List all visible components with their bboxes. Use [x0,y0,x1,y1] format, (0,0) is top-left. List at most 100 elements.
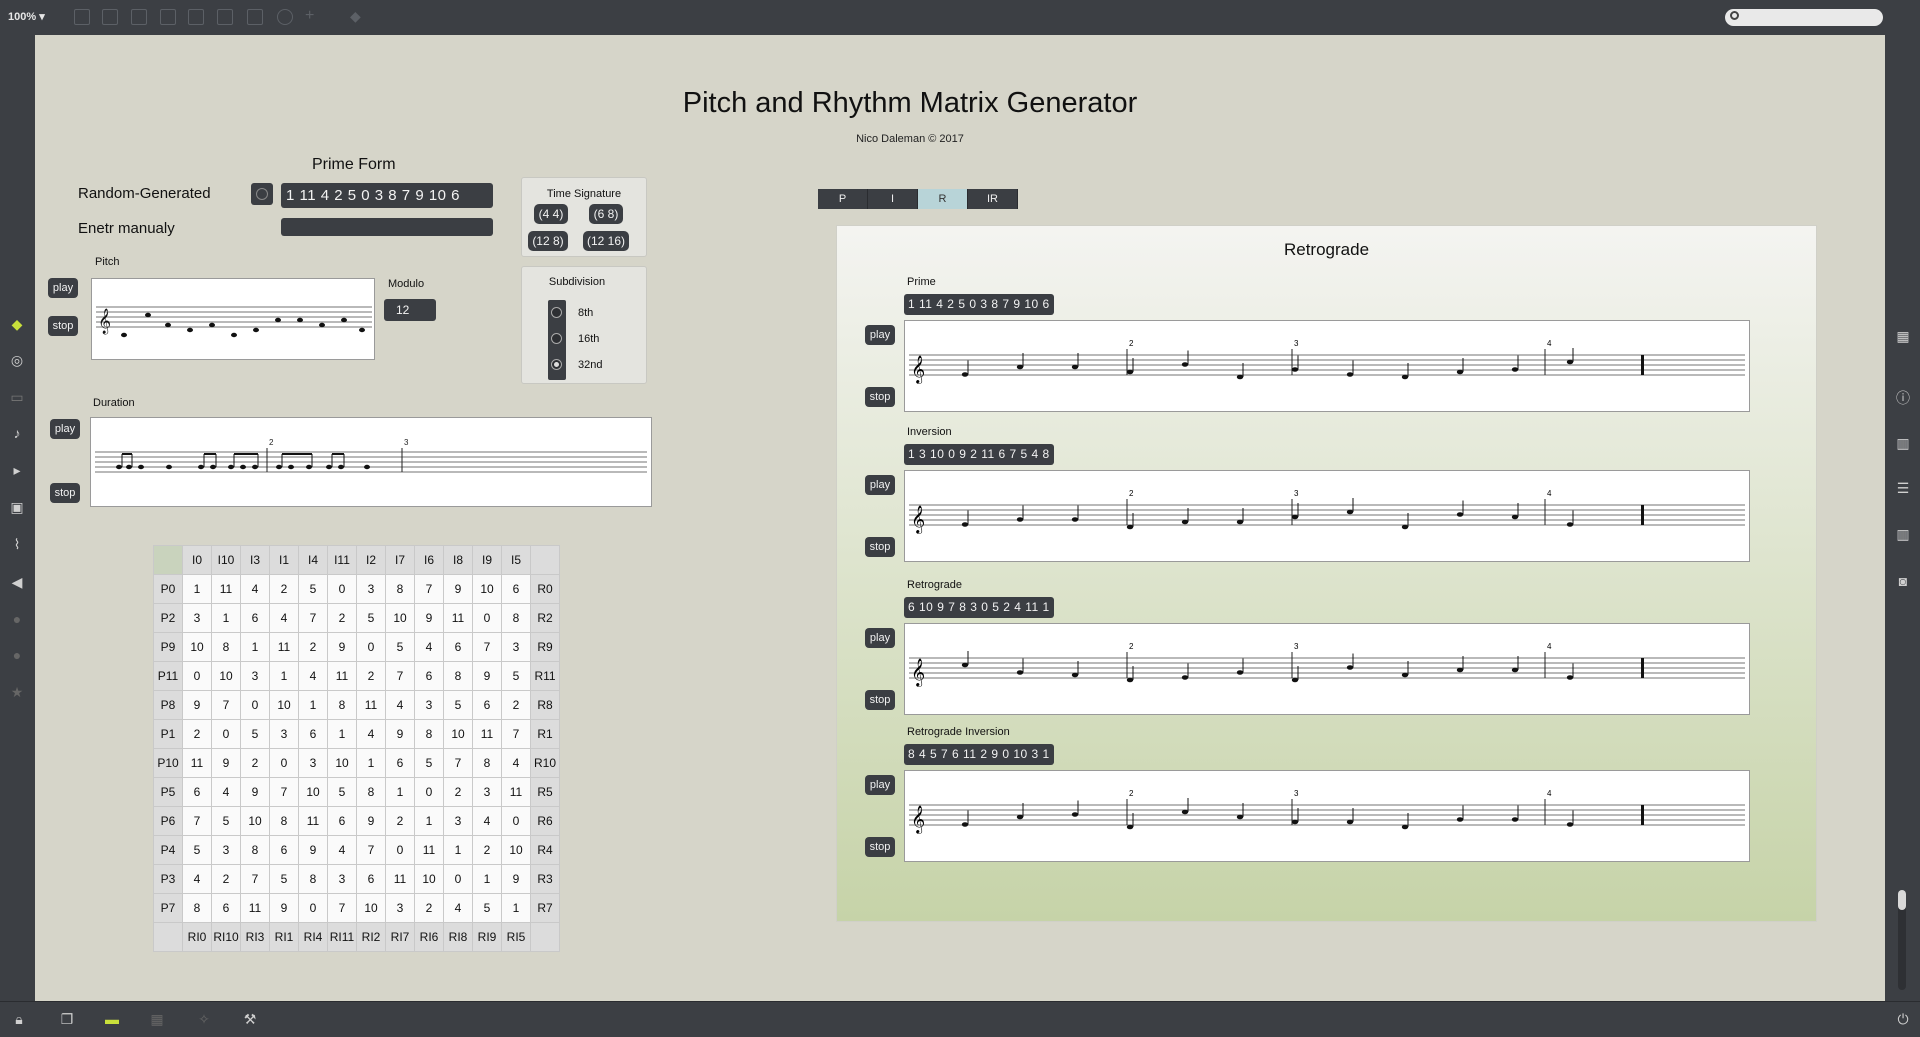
matrix-corner [153,545,183,575]
matrix-cell: 5 [385,632,415,662]
grid-icon[interactable] [247,9,263,25]
retrograde-row-play-button[interactable]: play [865,325,895,345]
matrix-cell: 3 [298,748,328,778]
settings-box-icon[interactable] [188,9,204,25]
wrench-icon[interactable]: ⚒ [243,1012,257,1026]
grid-view-icon[interactable]: ▦ [1896,329,1910,343]
matrix-row: P4 5 3 8 6 9 4 7 0 11 1 2 10 R4 [153,835,560,865]
music-note-icon[interactable]: ♪ [10,426,24,440]
target-icon[interactable]: ◎ [10,353,24,367]
retrograde-row-stop-button[interactable]: stop [865,837,895,857]
comment-icon[interactable] [131,9,147,25]
matrix-cell: 1 [298,690,328,720]
list-icon[interactable]: ☰ [1896,481,1910,495]
help-icon[interactable] [277,9,293,25]
subdivision-16th-radio[interactable] [551,333,562,344]
paperclip-icon[interactable]: ⌇ [10,537,24,551]
search-input[interactable] [1725,9,1883,26]
time-signature-12-16-button[interactable]: (12 16) [583,231,629,251]
matrix-cell: 1 [269,661,299,691]
subdivision-8th-radio[interactable] [551,307,562,318]
lock-icon[interactable]: 🔒︎ [12,1012,26,1026]
retrograde-row-series[interactable]: 1 11 4 2 5 0 3 8 7 9 10 6 [904,294,1054,315]
matrix-cell: 8 [501,603,531,633]
retrograde-row-staff[interactable]: 𝄞 2 3 4 [904,470,1750,562]
subdivision-32nd-radio[interactable] [551,359,562,370]
note-head [1456,817,1464,822]
retrograde-row-stop-button[interactable]: stop [865,537,895,557]
film-icon[interactable]: ▭ [10,390,24,404]
matrix-cell: 8 [385,574,415,604]
time-signature-label: Time Signature [546,188,622,200]
duration-measure-2: 2 [269,438,274,447]
tab-ir[interactable]: IR [968,189,1018,209]
generate-random-button[interactable] [251,183,273,205]
matrix-cell: 2 [182,719,212,749]
subdivision-radio-group[interactable] [548,300,566,380]
time-signature-6-8-button[interactable]: (6 8) [589,204,623,224]
power-icon[interactable]: ⏻ [1896,1012,1910,1026]
retrograde-row-series[interactable]: 1 3 10 0 9 2 11 6 7 5 4 8 [904,444,1054,465]
time-signature-12-8-button[interactable]: (12 8) [528,231,568,251]
columns-icon[interactable]: ▥ [1896,527,1910,541]
zoom-level-dropdown[interactable]: 100% ▾ [8,10,45,23]
pitch-staff[interactable]: 𝄞 [91,278,375,360]
measure-number: 2 [1129,642,1134,651]
retrograde-row-stop-button[interactable]: stop [865,690,895,710]
matrix-cell: 4 [443,893,473,923]
note-head [1511,817,1519,822]
manual-series-input[interactable] [281,218,493,236]
tab-r[interactable]: R [918,189,968,209]
tab-i[interactable]: I [868,189,918,209]
retrograde-row-play-button[interactable]: play [865,775,895,795]
volume-slider[interactable] [1898,890,1906,990]
note-head [1291,819,1299,825]
inlet-icon[interactable] [217,9,233,25]
matrix-retrograde-inversion-header: RI5 [501,922,531,952]
retrograde-row-staff[interactable]: 𝄞 2 3 4 [904,770,1750,862]
cube-icon[interactable]: ◆ [10,317,24,331]
matrix-retrograde-label: R5 [530,777,560,807]
note-head [1456,512,1464,517]
retrograde-row-staff[interactable]: 𝄞 2 3 4 [904,623,1750,715]
volume-slider-handle[interactable] [1898,890,1906,910]
magic-icon[interactable]: ✧ [197,1012,211,1026]
treble-clef-icon: 𝄞 [911,658,925,687]
duration-stop-button[interactable]: stop [50,483,80,503]
info-icon[interactable]: ⓘ [1896,391,1910,405]
modulo-number-box[interactable]: 12 [384,299,436,321]
random-series-field[interactable]: 1 11 4 2 5 0 3 8 7 9 10 6 [281,183,493,208]
retrograde-row-series[interactable]: 6 10 9 7 8 3 0 5 2 4 11 1 [904,597,1054,618]
retrograde-row-staff[interactable]: 𝄞 2 3 4 [904,320,1750,412]
retrograde-row-stop-button[interactable]: stop [865,387,895,407]
paint-bucket-icon[interactable]: ◆ [350,9,366,25]
time-signature-4-4-button[interactable]: (4 4) [534,204,568,224]
matrix-cell: 10 [501,835,531,865]
object-icon[interactable] [102,9,118,25]
close-box-icon[interactable] [160,9,176,25]
grid-toggle-icon[interactable]: ▦ [150,1012,164,1026]
plug-icon[interactable]: ◀ [10,575,24,589]
duration-staff[interactable]: 2 3 [90,417,652,507]
tab-p[interactable]: P [818,189,868,209]
add-icon[interactable]: + [305,8,321,25]
pitch-play-button[interactable]: play [48,278,78,298]
duration-play-button[interactable]: play [50,419,80,439]
matrix-cell: 3 [327,864,357,894]
image-icon[interactable]: ▣ [10,500,24,514]
windows-icon[interactable]: ❐ [60,1012,74,1026]
playlist-icon[interactable]: ▸ [10,463,24,477]
camera-icon[interactable]: ◙ [1896,574,1910,588]
matrix-cell: 8 [414,719,444,749]
presentation-mode-icon[interactable]: ▬ [105,1012,119,1026]
retrograde-row-play-button[interactable]: play [865,475,895,495]
book-icon[interactable]: ▥ [1896,436,1910,450]
matrix-cell: 10 [356,893,386,923]
pitch-stop-button[interactable]: stop [48,316,78,336]
matrix-cell: 5 [269,864,299,894]
bottom-toolbar: 🔒︎ ❐ ▬ ▦ ✧ ⚒ ⏻ [0,1001,1920,1037]
matrix-prime-label: P1 [153,719,183,749]
retrograde-row-play-button[interactable]: play [865,628,895,648]
presentation-icon[interactable] [74,9,90,25]
retrograde-row-series[interactable]: 8 4 5 7 6 11 2 9 0 10 3 1 [904,744,1054,765]
